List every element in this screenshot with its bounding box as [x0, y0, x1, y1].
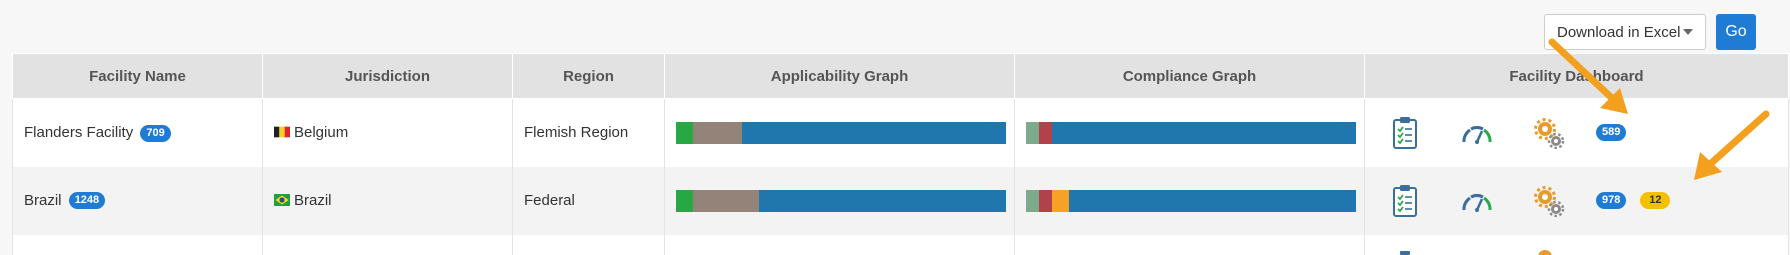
bar-segment: [1026, 121, 1040, 144]
gears-icon[interactable]: [1532, 235, 1566, 255]
bar-segment: [1068, 189, 1356, 212]
facility-count-badge: 1248: [68, 192, 106, 210]
jurisdiction-cell: Brazil: [262, 166, 513, 235]
checklist-icon[interactable]: [1388, 235, 1422, 255]
applicability-graph-cell: [664, 98, 1015, 167]
dashboard-count-badge[interactable]: 589: [1596, 124, 1627, 142]
bar-segment: [1026, 189, 1040, 212]
speedometer-icon[interactable]: [1460, 184, 1494, 218]
jurisdiction-cell: Belgium: [262, 98, 513, 167]
checklist-icon[interactable]: [1388, 116, 1422, 150]
facility-table: Facility Name Jurisdiction Region Applic…: [12, 53, 1789, 255]
go-button[interactable]: Go: [1716, 14, 1756, 50]
table-row: Brazil 1248 Brazil Federal 978 12: [12, 166, 1789, 235]
checklist-icon[interactable]: [1388, 184, 1422, 218]
bar-segment: [676, 189, 693, 212]
bar-segment: [1039, 121, 1053, 144]
compliance-bar[interactable]: [1026, 121, 1356, 144]
bar-segment: [1052, 121, 1356, 144]
dashboard-count-badge[interactable]: 978: [1596, 192, 1627, 209]
table-header-row: Facility Name Jurisdiction Region Applic…: [12, 53, 1789, 99]
bar-segment: [742, 121, 1006, 144]
compliance-graph-cell: [1014, 166, 1365, 235]
compliance-graph-cell: [1014, 98, 1365, 167]
bar-segment: [1039, 189, 1053, 212]
gears-icon[interactable]: [1532, 184, 1566, 218]
speedometer-icon[interactable]: [1460, 116, 1494, 150]
facility-dashboard-cell: 589: [1364, 98, 1789, 167]
facility-count-badge: 709: [140, 124, 171, 142]
caret-down-icon: [1683, 29, 1693, 35]
facility-name-cell: Brazil 1248: [12, 166, 263, 235]
column-header-applicability-graph[interactable]: Applicability Graph: [664, 53, 1015, 99]
facility-dashboard-cell: 978 12: [1364, 166, 1789, 235]
bar-segment: [758, 189, 1006, 212]
download-format-label: Download in Excel: [1557, 23, 1681, 41]
applicability-bar[interactable]: [676, 189, 1006, 212]
brazil-flag-icon: [274, 194, 290, 207]
bar-segment: [692, 121, 742, 144]
table-row: Flanders Facility 709 Belgium Flemish Re…: [12, 98, 1789, 167]
column-header-facility-dashboard[interactable]: Facility Dashboard: [1364, 53, 1789, 99]
jurisdiction-name: Belgium: [294, 124, 349, 142]
download-format-select[interactable]: Download in Excel: [1544, 14, 1706, 50]
jurisdiction-name: Brazil: [294, 192, 332, 209]
column-header-compliance-graph[interactable]: Compliance Graph: [1014, 53, 1365, 99]
applicability-bar[interactable]: [676, 121, 1006, 144]
region-cell: Federal: [512, 166, 665, 235]
column-header-region[interactable]: Region: [512, 53, 665, 99]
facility-name[interactable]: Brazil: [24, 192, 62, 209]
table-row: [12, 234, 1789, 255]
gears-icon[interactable]: [1532, 116, 1566, 150]
facility-dashboard-cell: [1364, 234, 1789, 255]
facility-name-cell: Flanders Facility 709: [12, 98, 263, 167]
toolbar: Download in Excel Go: [1544, 14, 1756, 50]
bar-segment: [1052, 189, 1069, 212]
region-cell: Flemish Region: [512, 98, 665, 167]
belgium-flag-icon: [274, 126, 290, 138]
bar-segment: [692, 189, 759, 212]
dashboard-alert-badge[interactable]: 12: [1640, 192, 1671, 209]
column-header-facility-name[interactable]: Facility Name: [12, 53, 263, 99]
facility-name[interactable]: Flanders Facility: [24, 124, 133, 141]
applicability-graph-cell: [664, 166, 1015, 235]
compliance-bar[interactable]: [1026, 189, 1356, 212]
column-header-jurisdiction[interactable]: Jurisdiction: [262, 53, 513, 99]
bar-segment: [676, 121, 693, 144]
